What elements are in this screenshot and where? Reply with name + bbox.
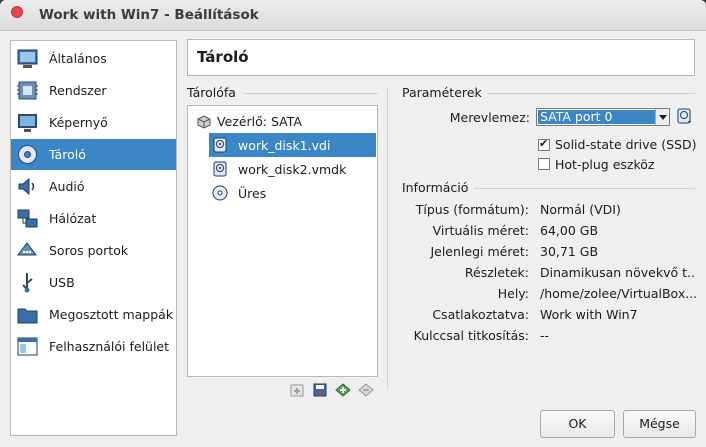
sidebar-item-audio[interactable]: Audió — [11, 171, 176, 202]
sidebar-item-label: Tároló — [49, 147, 86, 162]
close-icon[interactable] — [11, 6, 23, 18]
info-row-label: Típus (formátum): — [415, 202, 529, 217]
info-row-value: Normál (VDI) — [540, 202, 621, 217]
drive-port-select[interactable]: SATA port 0 — [536, 108, 670, 126]
info-label: Információ — [402, 180, 469, 195]
sidebar-item-label: Megosztott mappák — [49, 307, 174, 322]
cancel-button[interactable]: Mégse — [623, 410, 696, 438]
info-row-label: Jelenlegi méret: — [430, 244, 529, 259]
sidebar-item-label: Soros portok — [49, 243, 129, 258]
remove-controller-icon[interactable] — [312, 382, 328, 398]
ssd-label: Solid-state drive (SSD) — [555, 137, 697, 152]
storage-tree[interactable]: Vezérlő: SATA work_disk1.vdi work_disk2.… — [187, 105, 378, 377]
sidebar-item-system[interactable]: Rendszer — [11, 75, 176, 106]
tree-item-optical[interactable]: Üres — [209, 181, 376, 205]
info-row-label: Hely: — [497, 286, 529, 301]
info-row-value: 30,71 GB — [540, 244, 599, 259]
sidebar-item-label: USB — [49, 275, 75, 290]
audio-icon — [18, 177, 35, 196]
storage-icon — [18, 145, 37, 164]
optical-disc-icon — [212, 185, 228, 201]
sidebar-item-usb[interactable]: USB — [11, 267, 176, 298]
tree-row-label: work_disk1.vdi — [238, 138, 331, 153]
chevron-down-icon[interactable] — [655, 109, 669, 125]
hard-disk-icon — [213, 161, 227, 177]
info-row-value: /home/zolee/VirtualBox... — [540, 286, 696, 301]
usb-icon — [22, 273, 33, 293]
drive-port-value: SATA port 0 — [538, 110, 656, 124]
shared-folders-icon — [17, 308, 38, 324]
info-row-label: Virtuális méret: — [432, 223, 529, 238]
serial-ports-icon — [17, 242, 37, 256]
sidebar-item-serial-ports[interactable]: Soros portok — [11, 235, 176, 266]
info-row-value: Dinamikusan növekvő t... — [540, 265, 696, 280]
remove-attachment-icon[interactable] — [358, 382, 374, 398]
info-row-value: Work with Win7 — [540, 307, 638, 322]
add-controller-icon[interactable] — [289, 382, 305, 398]
ssd-checkbox[interactable] — [538, 137, 550, 151]
sidebar-item-shared-folders[interactable]: Megosztott mappák — [11, 299, 176, 330]
info-row-label: Csatlakoztatva: — [432, 307, 529, 322]
sidebar-item-network[interactable]: Hálózat — [11, 203, 176, 234]
sidebar-item-user-interface[interactable]: Felhasználói felület — [11, 331, 176, 362]
info-row-label: Kulccsal titkosítás: — [413, 328, 529, 343]
divider — [474, 188, 695, 189]
info-row-value: -- — [540, 328, 550, 343]
drive-label: Merevlemez: — [449, 110, 530, 125]
controller-icon — [197, 115, 211, 129]
page-title: Tároló — [197, 48, 249, 66]
sidebar-item-label: Audió — [49, 179, 85, 194]
tree-row-label: Vezérlő: SATA — [217, 114, 302, 129]
sidebar-item-label: Képernyő — [49, 115, 108, 130]
info-row-value: 64,00 GB — [540, 223, 599, 238]
tree-row-label: work_disk2.vmdk — [238, 162, 347, 177]
user-interface-icon — [17, 337, 38, 356]
sidebar-item-general[interactable]: Általános — [11, 43, 176, 74]
display-icon — [18, 114, 37, 132]
choose-disk-icon[interactable] — [676, 108, 693, 125]
hotplug-checkbox[interactable] — [538, 158, 550, 170]
network-icon — [17, 209, 38, 228]
settings-window: Work with Win7 - Beállítások Általános R… — [0, 0, 706, 447]
ok-button[interactable]: OK — [540, 410, 615, 438]
divider — [387, 88, 388, 388]
add-attachment-icon[interactable] — [335, 382, 351, 398]
storage-tree-label: Tárolófa — [187, 85, 236, 100]
sidebar-item-label: Hálózat — [49, 211, 97, 226]
tree-controller-sata[interactable]: Vezérlő: SATA — [188, 109, 377, 133]
sidebar-item-storage[interactable]: Tároló — [11, 139, 176, 170]
window-title: Work with Win7 - Beállítások — [39, 7, 259, 23]
settings-sidebar: Általános Rendszer Képernyő Tároló Audió… — [10, 40, 177, 436]
sidebar-item-label: Felhasználói felület — [49, 339, 170, 354]
system-icon — [17, 81, 38, 100]
tree-item-disk1[interactable]: work_disk1.vdi — [209, 133, 376, 157]
sidebar-item-display[interactable]: Képernyő — [11, 107, 176, 138]
sidebar-item-label: Általános — [49, 51, 107, 66]
general-icon — [17, 49, 38, 68]
hard-disk-icon — [213, 137, 227, 153]
parameters-label: Paraméterek — [402, 85, 482, 100]
hotplug-label: Hot-plug eszköz — [555, 157, 655, 172]
tree-item-disk2[interactable]: work_disk2.vmdk — [209, 157, 376, 181]
page-title-box: Tároló — [187, 39, 695, 76]
info-row-label: Részletek: — [464, 265, 529, 280]
divider — [487, 93, 695, 94]
title-bar[interactable]: Work with Win7 - Beállítások — [0, 0, 706, 31]
divider — [243, 93, 378, 94]
sidebar-item-label: Rendszer — [49, 83, 107, 98]
tree-row-label: Üres — [238, 186, 267, 201]
